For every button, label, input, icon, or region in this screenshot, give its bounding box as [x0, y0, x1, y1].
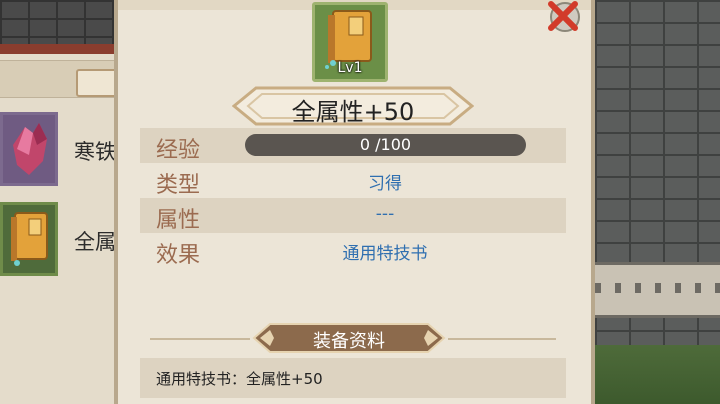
divider-line — [448, 338, 556, 340]
stat-row-type: 类型 习得 — [140, 163, 566, 198]
stat-value: --- — [375, 204, 395, 224]
crystal-icon — [0, 112, 58, 186]
stat-key: 属性 — [156, 208, 201, 233]
background-wall-band — [595, 262, 720, 318]
item-icon-frame: Lv1 — [312, 2, 388, 82]
section-banner: 装备资料 — [252, 322, 446, 354]
exp-progress-bar: 0 /100 — [245, 134, 526, 156]
background-grass — [595, 345, 720, 404]
item-list-panel: 寒铁 全属 — [0, 54, 120, 404]
divider-line — [150, 338, 250, 340]
list-item-label: 寒铁 — [74, 140, 116, 164]
item-title: 全属性+50 — [291, 98, 415, 126]
item-list-tab — [0, 60, 120, 98]
close-button[interactable] — [543, 0, 581, 34]
description-box: 通用特技书：全属性+50 — [140, 358, 566, 398]
list-item[interactable]: 寒铁 — [0, 112, 118, 192]
background-wall — [595, 0, 720, 404]
exp-progress-text: 0 /100 — [359, 135, 412, 154]
item-level: Lv1 — [337, 60, 363, 76]
close-x-icon — [548, 1, 580, 32]
item-title-banner: 全属性+50 — [232, 86, 474, 126]
list-item-label: 全属 — [74, 230, 116, 254]
list-item[interactable]: 全属 — [0, 202, 118, 282]
background-trim — [0, 44, 120, 54]
stat-value: 习得 — [368, 174, 402, 194]
section-title: 装备资料 — [313, 331, 385, 352]
stat-row-effect: 效果 通用特技书 — [140, 233, 566, 268]
stat-key: 效果 — [156, 243, 201, 268]
stat-key: 经验 — [156, 138, 201, 163]
book-icon — [0, 202, 58, 276]
stat-row-exp: 经验 0 /100 — [140, 128, 566, 163]
stat-key: 类型 — [156, 173, 201, 198]
description-text: 通用特技书：全属性+50 — [156, 370, 323, 388]
stat-value: 通用特技书 — [342, 244, 428, 264]
stat-row-attribute: 属性 --- — [140, 198, 566, 233]
